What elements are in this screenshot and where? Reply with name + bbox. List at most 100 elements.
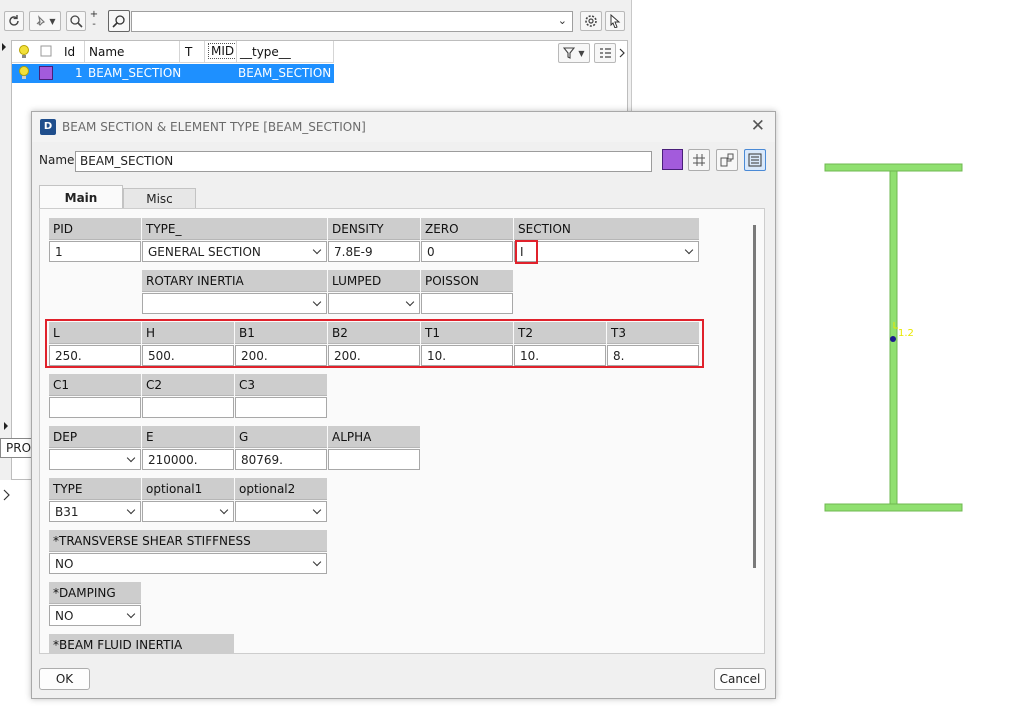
graphics-viewport[interactable]: 1.2 (776, 100, 1029, 560)
column-header-id[interactable]: Id (64, 45, 75, 59)
ok-button[interactable]: OK (39, 668, 90, 690)
search-button[interactable] (108, 10, 130, 32)
row-id: 1 (75, 66, 83, 80)
settings-button[interactable] (580, 11, 602, 31)
field-label: optional2 (235, 478, 327, 500)
optional2-select[interactable] (235, 501, 327, 522)
name-input[interactable]: BEAM_SECTION (75, 151, 652, 172)
c2-input[interactable] (142, 397, 234, 418)
zero-input[interactable]: 0 (421, 241, 513, 262)
field-dep: DEP (49, 426, 141, 470)
columns-button[interactable] (594, 43, 616, 63)
refresh-button[interactable] (4, 11, 24, 31)
beam-section-drawing: 1.2 (824, 163, 963, 512)
zoom-out-button[interactable]: - (89, 20, 99, 30)
column-header-mid[interactable]: MID (208, 43, 238, 59)
b2-input[interactable]: 200. (328, 345, 420, 366)
pin-icon (36, 15, 46, 26)
field-t3: T3 8. (607, 322, 699, 366)
row-color-swatch[interactable] (39, 66, 53, 80)
field-label: TYPE_ (142, 218, 327, 240)
tab-misc[interactable]: Misc (123, 188, 196, 209)
field-label: T1 (421, 322, 513, 344)
refresh-icon (9, 15, 19, 26)
close-icon[interactable]: ✕ (751, 116, 765, 136)
t1-input[interactable]: 10. (421, 345, 513, 366)
field-beam-fluid-inertia: *BEAM FLUID INERTIA (49, 634, 234, 653)
row-name: BEAM_SECTION (88, 66, 182, 80)
field-label: C3 (235, 374, 327, 396)
filter-combo[interactable]: ⌄ (131, 11, 573, 32)
entity-color-button[interactable] (662, 149, 683, 170)
type-select[interactable]: GENERAL SECTION (142, 241, 327, 262)
card-button[interactable] (688, 149, 710, 171)
column-header-t[interactable]: T (185, 45, 192, 59)
e-input[interactable]: 210000. (142, 449, 234, 470)
field-g: G 80769. (235, 426, 327, 470)
field-type: TYPE_ GENERAL SECTION (142, 218, 327, 262)
optional1-select[interactable] (142, 501, 234, 522)
cancel-button[interactable]: Cancel (714, 668, 766, 690)
lumped-select[interactable] (328, 293, 420, 314)
caret-right-icon[interactable] (2, 420, 10, 432)
t2-input[interactable]: 10. (514, 345, 606, 366)
field-c1: C1 (49, 374, 141, 418)
row-type: BEAM_SECTION (238, 66, 332, 80)
field-label: H (142, 322, 234, 344)
caret-right-icon (2, 43, 6, 51)
field-label: G (235, 426, 327, 448)
field-label: *TRANSVERSE SHEAR STIFFNESS (49, 530, 327, 552)
field-label: ZERO (421, 218, 513, 240)
h-input[interactable]: 500. (142, 345, 234, 366)
dialog-titlebar[interactable]: D BEAM SECTION & ELEMENT TYPE [BEAM_SECT… (32, 112, 775, 142)
poisson-input[interactable] (421, 293, 513, 314)
tab-main[interactable]: Main (39, 185, 123, 209)
references-button[interactable] (716, 149, 738, 171)
l-input[interactable]: 250. (49, 345, 141, 366)
table-row[interactable]: 1 BEAM_SECTION BEAM_SECTION (12, 64, 334, 83)
g-input[interactable]: 80769. (235, 449, 327, 470)
list-icon (748, 153, 762, 167)
app-logo-icon: D (40, 119, 56, 135)
field-optional1: optional1 (142, 478, 234, 522)
chevron-right-icon (619, 48, 625, 58)
b1-input[interactable]: 200. (235, 345, 327, 366)
pick-dropdown-button[interactable]: ▼ (29, 11, 61, 31)
field-element-type: TYPE B31 (49, 478, 141, 522)
c1-input[interactable] (49, 397, 141, 418)
filter-icon (563, 47, 576, 59)
field-label: *BEAM FLUID INERTIA (49, 634, 234, 653)
zoom-stepper[interactable]: + - (89, 10, 99, 32)
columns-icon (599, 48, 611, 58)
pid-input[interactable]: 1 (49, 241, 141, 262)
c3-input[interactable] (235, 397, 327, 418)
field-section: SECTION I (514, 218, 699, 262)
section-select[interactable]: I (514, 241, 699, 262)
select-button[interactable] (605, 11, 625, 31)
element-type-select[interactable]: B31 (49, 501, 141, 522)
chevron-right-icon[interactable] (2, 488, 11, 502)
color-column-icon (40, 45, 52, 57)
list-view-button[interactable] (744, 149, 766, 171)
scroll-right-button[interactable] (617, 43, 627, 63)
alpha-input[interactable] (328, 449, 420, 470)
vertical-scrollbar[interactable] (753, 225, 756, 568)
rotary-inertia-select[interactable] (142, 293, 327, 314)
name-label: Name (39, 153, 75, 167)
filter-button[interactable]: ▼ (558, 43, 590, 63)
field-label: optional1 (142, 478, 234, 500)
zoom-button[interactable] (66, 11, 86, 31)
field-label: C1 (49, 374, 141, 396)
dep-select[interactable] (49, 449, 141, 470)
field-t2: T2 10. (514, 322, 606, 366)
column-header-type[interactable]: __type__ (240, 45, 291, 59)
field-lumped: LUMPED (328, 270, 420, 314)
lightbulb-icon[interactable] (18, 65, 30, 81)
expand-handle[interactable] (0, 41, 10, 61)
transverse-shear-select[interactable]: NO (49, 553, 327, 574)
damping-select[interactable]: NO (49, 605, 141, 626)
density-input[interactable]: 7.8E-9 (328, 241, 420, 262)
column-header-name[interactable]: Name (89, 45, 124, 59)
t3-input[interactable]: 8. (607, 345, 699, 366)
field-h: H 500. (142, 322, 234, 366)
